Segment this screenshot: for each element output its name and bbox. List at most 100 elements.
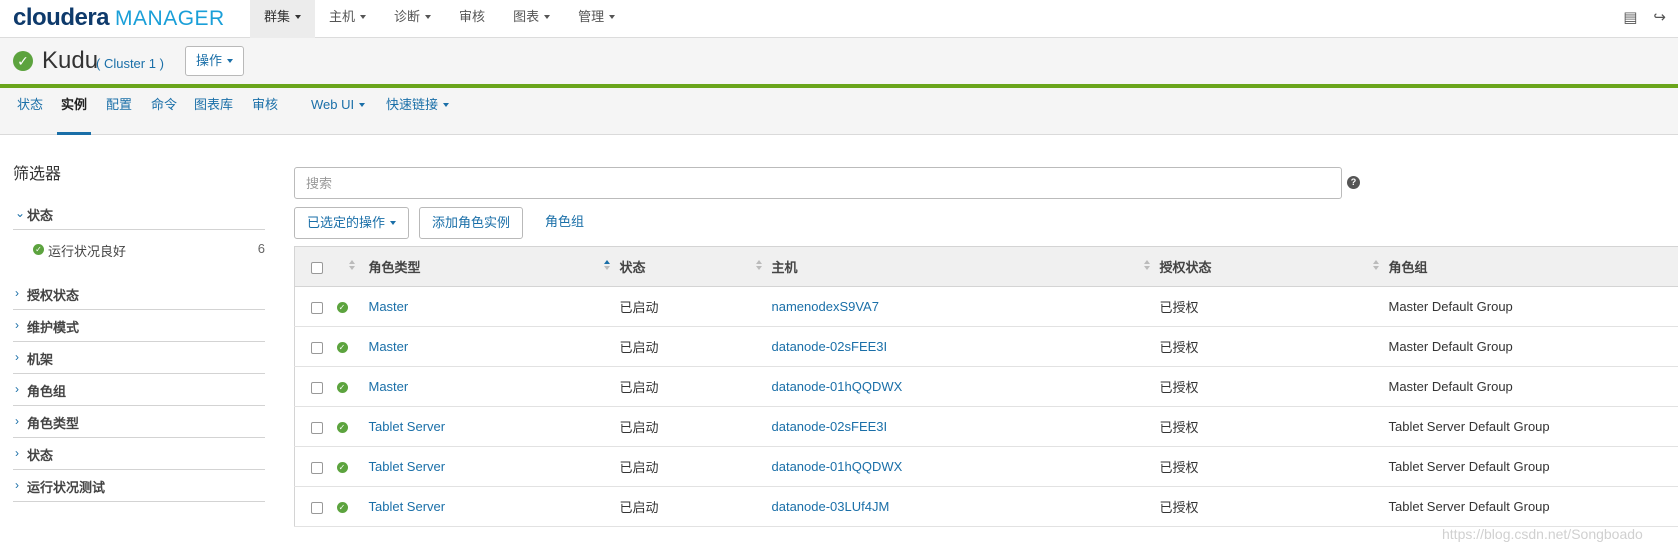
tab-status[interactable]: 状态 [17,88,43,135]
support-icon[interactable]: ▤ [1623,9,1637,27]
chevron-down-icon [390,220,397,225]
state-cell: 已启动 [617,406,770,447]
host-link[interactable]: datanode-01hQQDWX [772,379,903,394]
role-link[interactable]: Tablet Server [369,459,446,474]
main-menu: 群集 主机 诊断 审核 图表 管理 [250,0,629,38]
question-icon[interactable]: ? [1347,176,1360,189]
menu-hosts[interactable]: 主机 [315,0,380,38]
sort-icon [755,260,762,270]
row-checkbox[interactable] [311,341,323,354]
health-good-icon: ✓ [33,244,44,255]
host-link[interactable]: datanode-03LUf4JM [772,499,890,514]
chevron-right-icon: › [15,382,19,396]
table-row: ✓ Tablet Server 已启动 datanode-02sFEE3I 已授… [294,406,1678,447]
row-checkbox[interactable] [311,501,323,514]
host-link[interactable]: datanode-01hQQDWX [772,459,903,474]
filter-section-maintenance[interactable]: › 维护模式 [13,310,265,342]
tab-chart-library[interactable]: 图表库 [194,88,233,135]
chevron-right-icon: › [15,350,19,364]
filter-section-role-type[interactable]: › 角色类型 [13,406,265,438]
cluster-link[interactable]: ( Cluster 1 ) [96,56,164,71]
selected-actions-button[interactable]: 已选定的操作 [294,207,410,239]
table-row: ✓ Master 已启动 datanode-02sFEE3I 已授权 Maste… [294,326,1678,367]
table-row: ✓ Master 已启动 namenodexS9VA7 已授权 Master D… [294,286,1678,327]
host-cell: datanode-02sFEE3I [769,406,1158,447]
chevron-down-icon [425,14,432,19]
health-good-icon: ✓ [336,462,348,474]
role-instances-table: 角色类型 状态 主机 授权状态 角色组 ✓ Master 已启动 namenod… [294,246,1678,527]
tab-configuration[interactable]: 配置 [106,88,132,135]
search-input[interactable] [294,167,1342,199]
role-link[interactable]: Master [369,379,409,394]
state-cell: 已启动 [617,446,770,487]
actions-button[interactable]: 操作 [185,46,245,76]
row-health-cell: ✓ [332,406,367,447]
authorization-cell: 已授权 [1157,326,1387,367]
health-good-icon: ✓ [13,51,33,71]
logout-icon[interactable]: ↪ [1653,9,1666,27]
chevron-down-icon [359,102,366,107]
select-all-checkbox[interactable] [311,261,323,274]
role-link[interactable]: Master [369,299,409,314]
filters-heading: 筛选器 [13,166,62,183]
header-role-type[interactable]: 角色类型 [366,246,618,287]
role-type-cell: Master [366,286,618,327]
tab-instances[interactable]: 实例 [56,88,92,135]
health-good-icon: ✓ [336,302,348,314]
menu-administration[interactable]: 管理 [564,0,629,38]
filter-section-rack[interactable]: › 机架 [13,342,265,374]
cloudera-manager-logo[interactable]: cloudera MANAGER [13,4,225,34]
menu-charts[interactable]: 图表 [499,0,564,38]
chevron-right-icon: › [15,414,19,428]
tab-commands[interactable]: 命令 [151,88,177,135]
service-name: Kudu [42,47,99,74]
select-all-cell [294,246,333,287]
row-checkbox[interactable] [311,461,323,474]
filter-item-healthy[interactable]: ✓ 运行状况良好 6 [33,241,265,261]
role-link[interactable]: Master [369,339,409,354]
tab-audits[interactable]: 审核 [252,88,278,135]
header-role-group[interactable]: 角色组 [1386,246,1678,287]
filter-section-health-tests[interactable]: › 运行状况测试 [13,470,265,502]
role-group-cell: Master Default Group [1386,366,1678,407]
filter-section-authorization[interactable]: › 授权状态 [13,278,265,310]
filter-section-state[interactable]: › 状态 [13,438,265,470]
row-checkbox[interactable] [311,421,323,434]
filter-section-status[interactable]: ⌄ 状态 [13,198,265,230]
health-good-icon: ✓ [336,422,348,434]
role-link[interactable]: Tablet Server [369,499,446,514]
status-icon-header[interactable] [332,246,367,287]
menu-clusters[interactable]: 群集 [250,0,316,38]
chevron-down-icon [227,58,234,63]
header-state[interactable]: 状态 [617,246,770,287]
row-select-cell [294,406,333,447]
role-type-cell: Tablet Server [366,486,618,527]
role-group-cell: Master Default Group [1386,286,1678,327]
row-checkbox[interactable] [311,301,323,314]
row-select-cell [294,486,333,527]
chevron-right-icon: › [15,478,19,492]
header-authorization[interactable]: 授权状态 [1157,246,1387,287]
host-link[interactable]: namenodexS9VA7 [772,299,879,314]
role-type-cell: Master [366,326,618,367]
row-checkbox[interactable] [311,381,323,394]
watermark: https://blog.csdn.net/Songboado [1442,526,1643,542]
header-host[interactable]: 主机 [769,246,1158,287]
row-health-cell: ✓ [332,486,367,527]
host-link[interactable]: datanode-02sFEE3I [772,339,888,354]
role-link[interactable]: Tablet Server [369,419,446,434]
role-group-cell: Tablet Server Default Group [1386,406,1678,447]
chevron-down-icon [544,14,551,19]
role-groups-link[interactable]: 角色组 [545,207,584,239]
menu-diagnostics[interactable]: 诊断 [380,0,445,38]
table-row: ✓ Master 已启动 datanode-01hQQDWX 已授权 Maste… [294,366,1678,407]
menu-audits[interactable]: 审核 [445,0,499,38]
tab-web-ui[interactable]: Web UI [311,88,366,135]
health-good-icon: ✓ [336,342,348,354]
add-role-instances-button[interactable]: 添加角色实例 [419,207,524,239]
sort-asc-icon [603,260,610,270]
table-row: ✓ Tablet Server 已启动 datanode-03LUf4JM 已授… [294,486,1678,527]
host-link[interactable]: datanode-02sFEE3I [772,419,888,434]
filter-section-role-group[interactable]: › 角色组 [13,374,265,406]
tab-quick-links[interactable]: 快速链接 [386,88,450,135]
